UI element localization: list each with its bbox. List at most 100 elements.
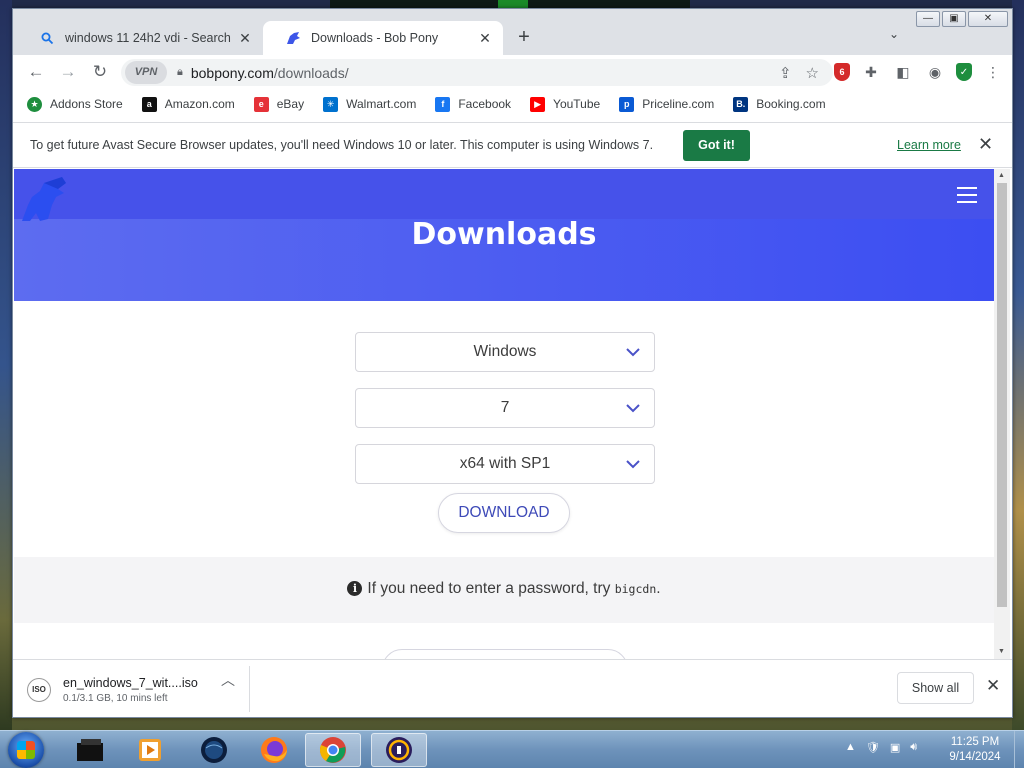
desktop-wallpaper-right [1012, 0, 1024, 730]
tab-search[interactable]: windows 11 24h2 vdi - Search ✕ [17, 21, 263, 55]
close-window-button[interactable]: ✕ [968, 11, 1008, 27]
taskbar-app-globe[interactable] [186, 733, 242, 767]
vpn-button[interactable]: VPN [125, 61, 167, 84]
edition-select[interactable]: x64 with SP1 [355, 444, 655, 484]
lock-icon[interactable]: 🔒︎ [177, 66, 183, 79]
system-tray: ▲ 🛡︎ ▣ 🔊︎ [845, 741, 917, 754]
scroll-up-arrow-icon[interactable]: ▲ [998, 172, 1005, 179]
walmart-icon: ✳ [323, 96, 339, 112]
amazon-icon: a [141, 96, 157, 112]
version-select-value: 7 [500, 399, 510, 416]
tray-network-icon[interactable]: ▣ [890, 741, 900, 754]
show-all-button[interactable]: Show all [897, 672, 974, 704]
desktop-wallpaper-left [0, 0, 12, 730]
close-shelf-icon[interactable]: ✕ [986, 676, 1000, 696]
tab-close-icon[interactable]: ✕ [237, 30, 253, 47]
forward-button[interactable]: → [53, 57, 83, 87]
address-bar[interactable]: VPN 🔒︎ bobpony.com/downloads/ ⇪ ☆ [121, 59, 833, 86]
minimize-button[interactable]: — [916, 11, 940, 27]
infobar-close-icon[interactable]: ✕ [978, 134, 993, 155]
clock-time: 11:25 PM [950, 736, 1000, 748]
taskbar-app-media-player[interactable] [122, 733, 178, 767]
page-scrollbar[interactable]: ▲ ▼ [994, 169, 1010, 659]
os-select-value: Windows [473, 343, 537, 360]
tab-downloads[interactable]: Downloads - Bob Pony ✕ [263, 21, 503, 55]
update-infobar: To get future Avast Secure Browser updat… [13, 122, 1012, 168]
bookmark-booking[interactable]: B. Booking.com [733, 96, 826, 112]
bookmark-addons-store[interactable]: ★ Addons Store [27, 96, 123, 112]
bookmark-walmart[interactable]: ✳ Walmart.com [323, 96, 416, 112]
start-button[interactable] [8, 732, 44, 768]
hint-code: bigcdn [614, 582, 657, 596]
got-it-button[interactable]: Got it! [683, 130, 750, 161]
url-path: /downloads/ [273, 64, 349, 81]
chevron-down-icon [626, 333, 640, 371]
bookmarks-bar: ★ Addons Store a Amazon.com e eBay ✳ Walmart… [13, 90, 1012, 118]
bobpony-logo-icon[interactable] [18, 175, 66, 221]
hint-end: . [656, 580, 661, 597]
taskbar-app-avast-browser[interactable] [371, 733, 427, 767]
show-desktop-button[interactable] [1014, 731, 1024, 768]
scroll-down-arrow-icon[interactable]: ▼ [998, 648, 1005, 655]
profile-icon[interactable]: ◉ [924, 61, 946, 83]
tab-search-chevron-icon[interactable]: ⌄ [889, 27, 899, 41]
learn-more-link[interactable]: Learn more [897, 138, 961, 152]
windows-taskbar: ▲ 🛡︎ ▣ 🔊︎ 11:25 PM 9/14/2024 [0, 730, 1024, 768]
download-button[interactable]: DOWNLOAD [438, 493, 570, 533]
version-select[interactable]: 7 [355, 388, 655, 428]
maximize-button[interactable]: ▣ [942, 11, 966, 27]
window-controls: — ▣ ✕ [916, 11, 1008, 27]
hamburger-menu-icon[interactable] [957, 187, 977, 208]
bookmark-star-icon[interactable]: ☆ [806, 64, 819, 82]
partial-button[interactable] [382, 649, 628, 659]
new-tab-button[interactable]: + [513, 25, 535, 49]
tab-title: Downloads - Bob Pony [311, 31, 439, 45]
extensions-puzzle-icon[interactable]: ✚ [860, 61, 882, 83]
bookmark-label: Facebook [458, 97, 512, 111]
booking-icon: B. [733, 96, 749, 112]
bookmark-label: Booking.com [756, 97, 826, 111]
info-icon: i [347, 581, 363, 596]
bookmark-label: Priceline.com [642, 97, 715, 111]
menu-kebab-icon[interactable]: ⋮ [982, 61, 1004, 83]
tray-security-icon[interactable]: 🛡︎ [866, 741, 880, 754]
tray-volume-icon[interactable]: 🔊︎ [910, 741, 917, 754]
bookmark-label: Amazon.com [164, 97, 235, 111]
chevron-up-icon[interactable]: ︿ [221, 670, 235, 690]
tray-expand-icon[interactable]: ▲ [845, 741, 856, 754]
back-button[interactable]: ← [21, 57, 51, 87]
bookmark-youtube[interactable]: ▶ YouTube [530, 96, 601, 112]
tab-strip: windows 11 24h2 vdi - Search ✕ Downloads… [13, 9, 1012, 55]
iso-file-icon: ISO [27, 678, 51, 702]
tab-title: windows 11 24h2 vdi - Search [65, 31, 231, 45]
download-item[interactable]: ISO en_windows_7_wit....iso 0.1/3.1 GB, … [27, 670, 247, 710]
download-shelf: ISO en_windows_7_wit....iso 0.1/3.1 GB, … [13, 659, 1012, 717]
reload-button[interactable]: ↻ [85, 57, 115, 87]
bookmark-facebook[interactable]: f Facebook [435, 96, 512, 112]
bookmark-ebay[interactable]: e eBay [253, 96, 304, 112]
taskbar-app-firefox[interactable] [246, 733, 302, 767]
side-panel-icon[interactable]: ◧ [892, 61, 914, 83]
os-select[interactable]: Windows [355, 332, 655, 372]
taskbar-app-terminal[interactable] [62, 733, 118, 767]
password-hint: i If you need to enter a password, try bi… [14, 580, 994, 598]
addons-store-icon: ★ [27, 96, 42, 112]
ad-block-shield-icon[interactable]: 6 [834, 63, 850, 81]
priceline-icon: p [619, 96, 635, 112]
tab-close-icon[interactable]: ✕ [477, 30, 493, 47]
share-icon[interactable]: ⇪ [779, 64, 792, 82]
security-shield-icon[interactable]: ✓ [956, 63, 972, 81]
scrollbar-thumb[interactable] [997, 183, 1007, 607]
url-host: bobpony.com [190, 64, 274, 81]
url-text[interactable]: bobpony.com/downloads/ [191, 65, 349, 81]
youtube-icon: ▶ [530, 96, 546, 112]
download-filename: en_windows_7_wit....iso [63, 676, 198, 690]
bookmark-amazon[interactable]: a Amazon.com [141, 96, 235, 112]
taskbar-app-chrome[interactable] [305, 733, 361, 767]
hero-banner: Downloads [14, 169, 994, 301]
bookmark-label: YouTube [553, 97, 601, 111]
hint-text: If you need to enter a password, try [367, 580, 611, 597]
bookmark-priceline[interactable]: p Priceline.com [619, 96, 715, 112]
browser-toolbar: ← → ↻ VPN 🔒︎ bobpony.com/downloads/ ⇪ ☆ … [13, 55, 1012, 89]
taskbar-clock[interactable]: 11:25 PM 9/14/2024 [940, 735, 1010, 765]
